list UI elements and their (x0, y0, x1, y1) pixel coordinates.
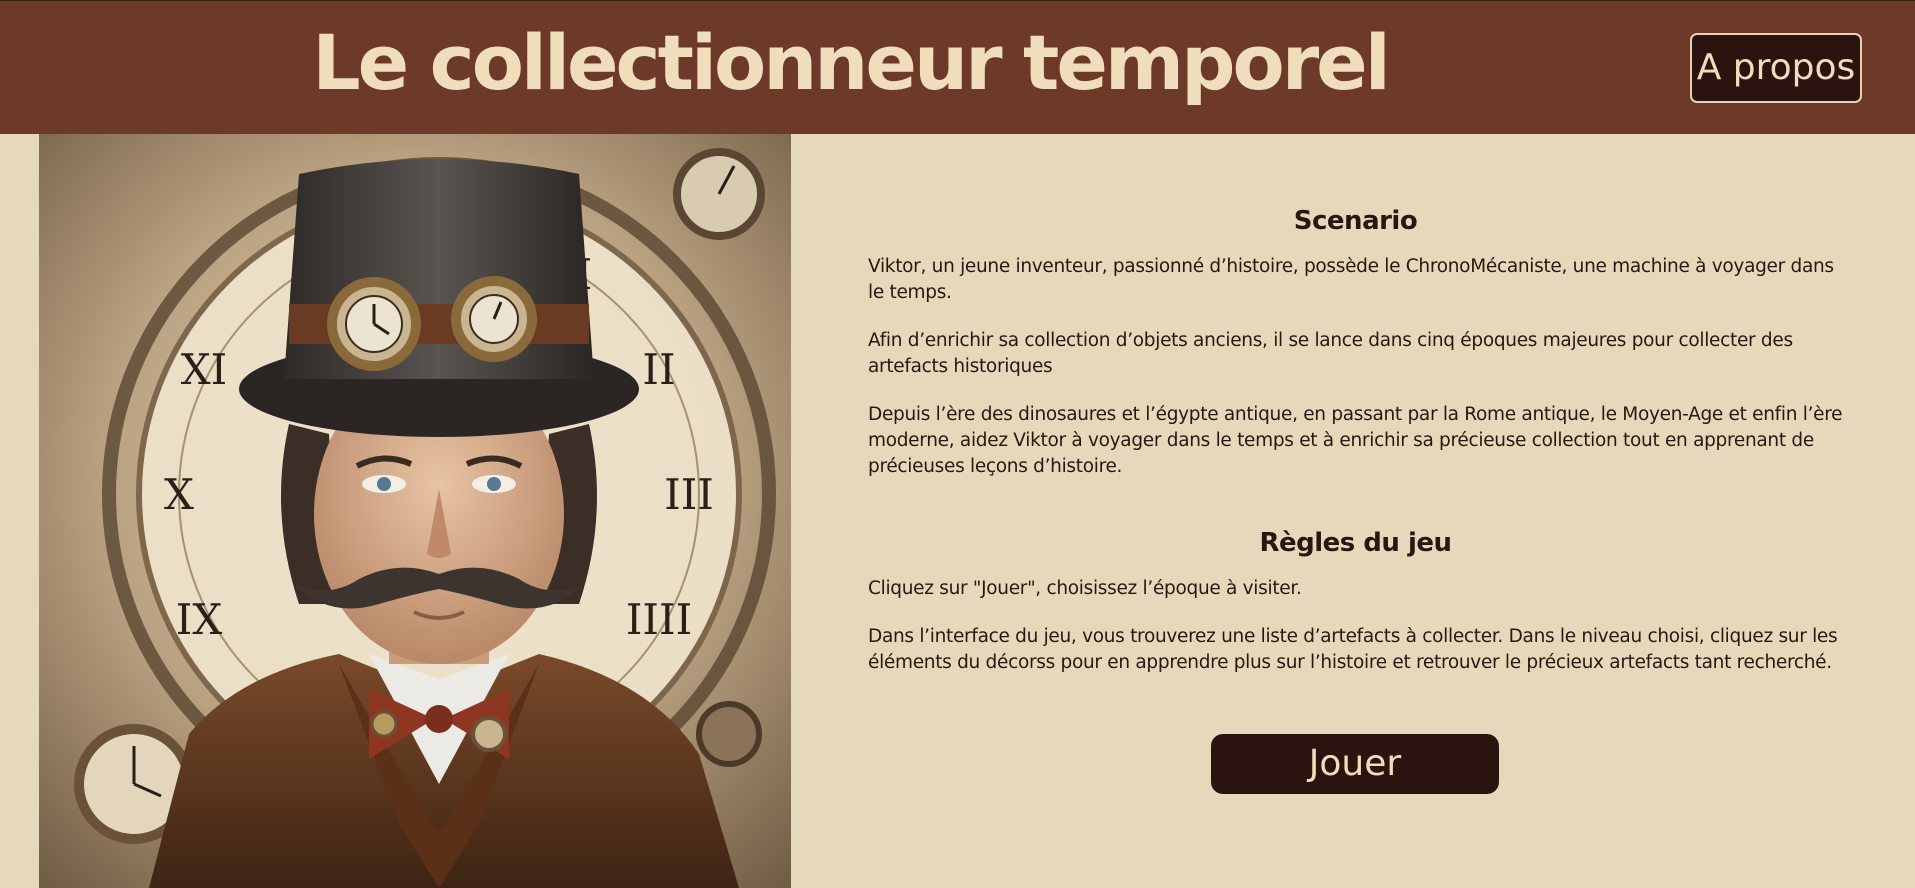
svg-text:II: II (642, 345, 675, 394)
rules-paragraph: Dans l’interface du jeu, vous trouverez … (868, 626, 1838, 673)
play-button[interactable]: Jouer (1211, 734, 1499, 794)
inventor-portrait-image: XII I II III IIII V XI X IX VIII (39, 134, 791, 888)
scenario-title: Scenario (1293, 206, 1418, 236)
svg-text:IIII: IIII (626, 595, 692, 644)
content-panel: Scenario Viktor, un jeune inventeur, pas… (868, 134, 1843, 676)
svg-text:X: X (164, 470, 194, 519)
about-button[interactable]: A propos (1690, 33, 1862, 103)
site-title: Le collectionneur temporel (312, 18, 1391, 107)
svg-text:XI: XI (181, 345, 228, 394)
scenario-paragraph: Afin d’enrichir sa collection d’objets a… (868, 330, 1793, 377)
header-bar: Le collectionneur temporel A propos (0, 0, 1915, 134)
scenario-paragraph: Depuis l’ère des dinosaures et l’égypte … (868, 404, 1843, 477)
svg-text:III: III (664, 470, 714, 519)
scenario-paragraph: Viktor, un jeune inventeur, passionné d’… (868, 256, 1834, 303)
svg-text:IX: IX (176, 595, 223, 644)
rules-paragraph: Cliquez sur "Jouer", choisissez l’époque… (868, 578, 1302, 599)
rules-title: Règles du jeu (1259, 528, 1452, 558)
